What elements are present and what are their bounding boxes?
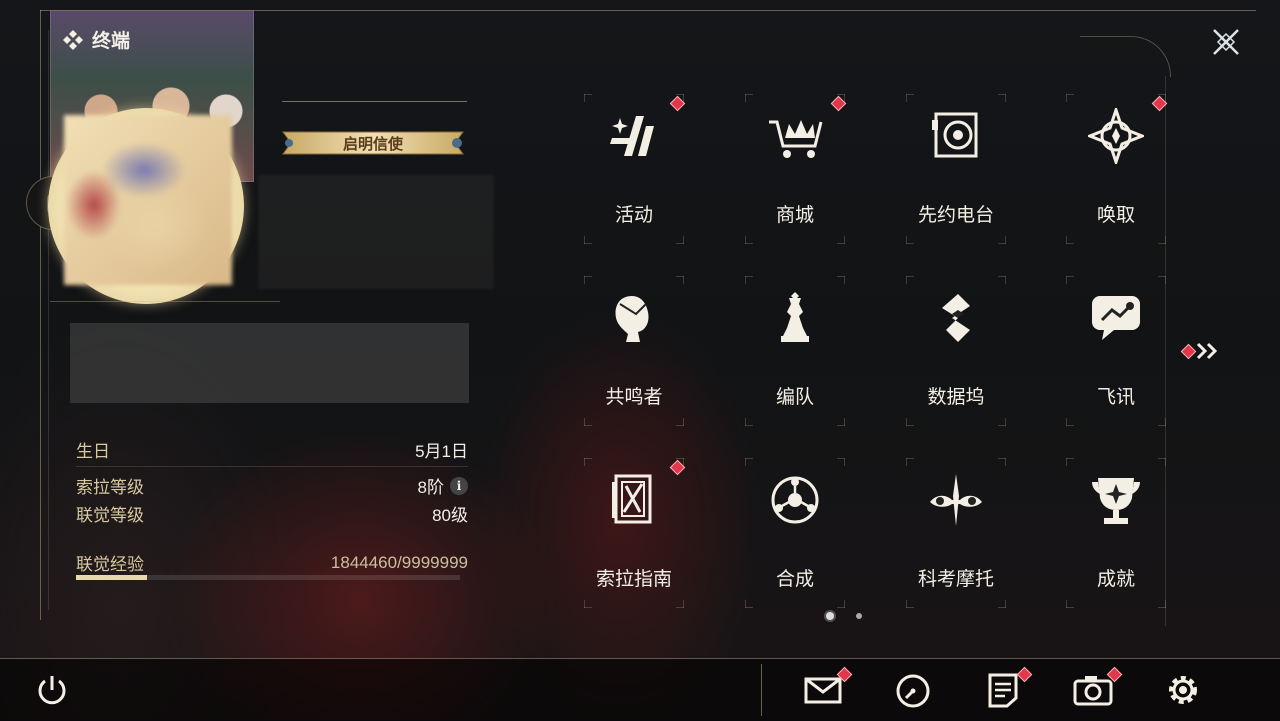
notes-button[interactable]	[983, 666, 1033, 710]
exp-progress-fill	[76, 575, 147, 580]
convene-icon	[1088, 108, 1144, 164]
radio-icon	[932, 112, 978, 158]
menu-label: 科考摩托	[917, 569, 994, 590]
power-button[interactable]	[32, 670, 72, 710]
camera-icon	[1073, 676, 1113, 706]
settings-button[interactable]	[1163, 670, 1203, 710]
info-icon[interactable]: i	[450, 476, 468, 495]
stat-label: 索拉等级	[76, 478, 144, 497]
menu-item-message[interactable]: 飞讯	[1066, 276, 1166, 426]
menu-label: 商城	[775, 205, 814, 226]
menu-item-shop[interactable]: 商城	[745, 94, 847, 244]
divider	[761, 664, 762, 716]
settings-gear-icon	[1169, 676, 1197, 704]
stat-value: 1844460/9999999	[330, 552, 468, 572]
clock-button[interactable]	[893, 670, 933, 710]
diamond-cluster-icon	[63, 29, 83, 50]
page-dot[interactable]	[826, 612, 834, 620]
stat-sola-level: 索拉等级 8阶 i	[76, 473, 468, 498]
title-badge[interactable]: 启明信使	[277, 126, 469, 160]
stat-union-exp: 联觉经验 1844460/9999999	[76, 550, 468, 575]
next-page-button[interactable]	[1180, 340, 1220, 362]
divider	[76, 466, 468, 467]
menu-label: 成就	[1096, 569, 1135, 590]
mail-icon	[804, 677, 842, 704]
menu-item-team[interactable]: 编队	[745, 276, 845, 426]
activity-icon	[610, 116, 654, 156]
stat-label: 联觉经验	[76, 555, 144, 574]
blurred-signature-area	[70, 323, 469, 403]
stat-birthday: 生日 5月1日	[76, 437, 468, 462]
mail-button[interactable]	[803, 666, 853, 710]
stat-union-level: 联觉等级 80级	[76, 501, 468, 526]
stat-label: 联觉等级	[76, 506, 144, 525]
menu-label: 合成	[775, 569, 814, 590]
frame-left-inner-line	[48, 30, 49, 610]
stat-value-wrap: 8阶 i	[418, 473, 468, 498]
stat-value: 8阶	[417, 478, 444, 497]
frame-corner-curve	[1080, 36, 1171, 77]
stat-value: 5月1日	[415, 442, 468, 461]
menu-item-achievement[interactable]: 成就	[1066, 458, 1166, 608]
shop-cart-icon	[769, 120, 823, 158]
stat-label: 生日	[76, 442, 110, 461]
notes-icon	[988, 673, 1018, 708]
page-title: 终端	[92, 31, 131, 52]
motorcycle-icon	[930, 474, 982, 526]
menu-item-data-bank[interactable]: 数据坞	[906, 276, 1006, 426]
power-icon	[38, 676, 66, 705]
synthesis-icon	[771, 476, 819, 524]
menu-item-radio[interactable]: 先约电台	[906, 94, 1006, 244]
divider	[50, 301, 280, 302]
menu-item-motorcycle[interactable]: 科考摩托	[906, 458, 1006, 608]
menu-label: 先约电台	[917, 205, 994, 226]
menu-item-resonator[interactable]: 共鸣者	[584, 276, 684, 426]
stat-value: 80级	[432, 506, 468, 525]
terminal-title: 终端	[62, 26, 130, 53]
page-indicator	[826, 612, 862, 620]
double-chevron-right-icon	[1196, 342, 1218, 360]
menu-label: 编队	[775, 387, 814, 408]
avatar[interactable]	[64, 115, 232, 285]
camera-button[interactable]	[1073, 666, 1123, 710]
divider	[282, 101, 467, 102]
notification-badge	[830, 95, 847, 112]
close-icon[interactable]	[1206, 22, 1246, 62]
clock-icon	[896, 674, 930, 708]
menu-label: 索拉指南	[595, 569, 672, 590]
message-icon	[1092, 296, 1140, 340]
menu-label: 唤取	[1096, 205, 1135, 226]
title-badge-label: 启明信使	[342, 135, 403, 153]
trophy-icon	[1092, 478, 1140, 524]
notification-badge	[1151, 95, 1168, 112]
data-bank-icon	[942, 294, 970, 342]
menu-item-convene[interactable]: 唤取	[1066, 94, 1168, 244]
page-dot[interactable]	[856, 613, 862, 619]
menu-label: 数据坞	[927, 387, 985, 408]
menu-label: 飞讯	[1096, 387, 1135, 408]
menu-item-synthesis[interactable]: 合成	[745, 458, 845, 608]
blurred-name-area	[258, 175, 494, 289]
resonator-icon	[615, 296, 649, 342]
frame-left-line	[40, 10, 41, 620]
menu-label: 共鸣者	[605, 387, 663, 408]
notification-badge	[669, 95, 686, 112]
menu-label: 活动	[614, 205, 653, 226]
exp-progress-bar	[76, 575, 460, 580]
menu-item-activity[interactable]: 活动	[584, 94, 686, 244]
guidebook-icon	[612, 474, 652, 524]
team-chess-icon	[781, 292, 809, 342]
notification-badge	[669, 459, 686, 476]
menu-item-guidebook[interactable]: 索拉指南	[584, 458, 686, 608]
